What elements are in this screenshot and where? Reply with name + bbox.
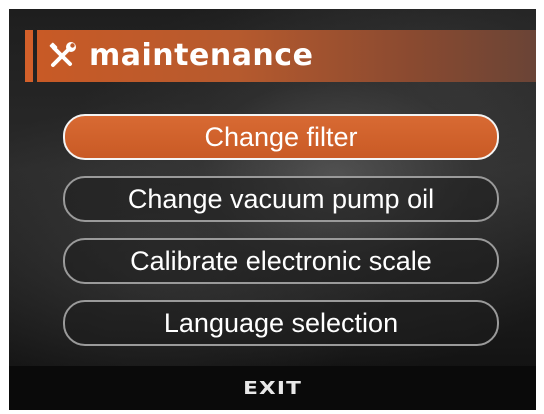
menu-item-label: Calibrate electronic scale bbox=[130, 245, 432, 276]
page-title: maintenance bbox=[89, 38, 314, 73]
wrench-screwdriver-icon bbox=[47, 41, 77, 71]
menu-item-label: Change filter bbox=[204, 121, 358, 152]
menu-item-calibrate-electronic-scale[interactable]: Calibrate electronic scale bbox=[63, 238, 499, 284]
maintenance-screen: maintenance Change filter Change vacuum … bbox=[9, 9, 536, 410]
menu-item-label: Change vacuum pump oil bbox=[127, 183, 435, 214]
menu-item-language-selection[interactable]: Language selection bbox=[63, 300, 499, 346]
header-bar: maintenance bbox=[37, 30, 536, 82]
footer-bar: EXIT bbox=[9, 366, 536, 410]
menu-item-change-vacuum-pump-oil[interactable]: Change vacuum pump oil bbox=[63, 176, 499, 222]
menu-item-label: Language selection bbox=[163, 307, 399, 338]
menu-item-change-filter[interactable]: Change filter bbox=[63, 114, 499, 160]
header-accent-bar bbox=[25, 30, 33, 82]
exit-button[interactable]: EXIT bbox=[243, 378, 302, 399]
